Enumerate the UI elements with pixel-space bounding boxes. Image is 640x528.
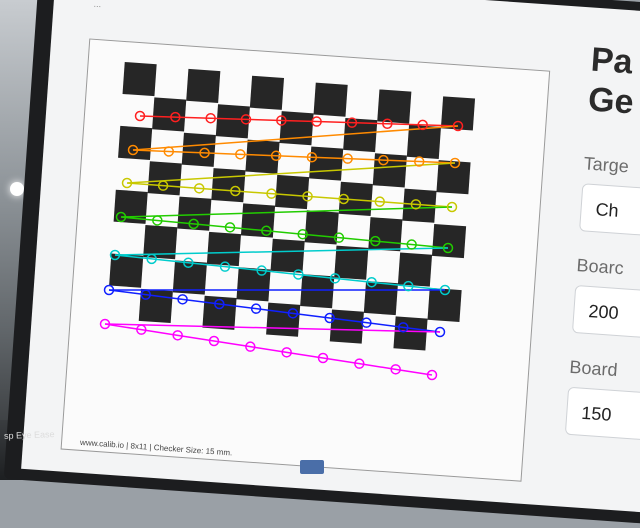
corner-row-line [114,254,446,291]
corner-row-connector [120,206,453,218]
corner-row-line [104,323,433,376]
corner-row-line [126,182,453,208]
corner-row-line [120,216,449,249]
corner-detection-overlay [99,110,464,381]
corner-row-line [132,149,456,164]
corner-row-connector [114,247,449,256]
corner-row-connector [126,162,456,184]
corner-row-connector [132,125,459,151]
corner-row-line [139,115,459,127]
